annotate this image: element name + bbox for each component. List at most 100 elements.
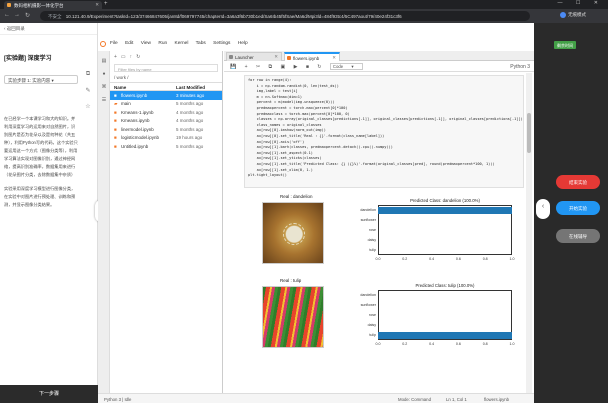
commands-icon[interactable]: ⌘: [98, 84, 110, 90]
refresh-icon[interactable]: ↻: [136, 54, 144, 60]
close-icon[interactable]: ✕: [332, 55, 336, 61]
menu-edit[interactable]: Edit: [125, 41, 133, 46]
bookmark-icon[interactable]: ☆: [84, 103, 92, 111]
stop-icon[interactable]: ■: [306, 64, 309, 70]
expand-arrow-icon[interactable]: ‹: [536, 199, 550, 219]
file-name: Kmeans.ipynb: [121, 118, 150, 123]
back-to-contents-label: 返回目录: [6, 26, 25, 31]
new-folder-icon[interactable]: ▭: [121, 54, 130, 60]
file-row[interactable]: ■ linermodel.ipynb 5 months ago: [110, 125, 222, 134]
breadcrumb[interactable]: / work /: [110, 73, 222, 82]
x-tick-label: 0.2: [402, 342, 408, 346]
file-name: linermodel.ipynb: [121, 126, 154, 132]
add-cell-icon[interactable]: +: [245, 64, 248, 70]
bar: [378, 206, 512, 214]
step-select[interactable]: 实验步骤 1: 实验内容 ▾: [4, 75, 78, 84]
folder-icon[interactable]: ▤: [98, 58, 110, 64]
file-list: ■ flowers.ipynb 3 minutes ago ▰ main 5 months…: [110, 91, 222, 151]
close-tab-icon[interactable]: ✕: [95, 2, 99, 8]
file-modified: 19 hours ago: [176, 135, 203, 140]
url-input[interactable]: 不安全 10.121.40.9/Experiment?taskId=123/37…: [40, 11, 530, 21]
paste-icon[interactable]: ▣: [281, 64, 286, 70]
reload-icon[interactable]: ↻: [25, 12, 30, 19]
category-label: dandelion: [360, 292, 376, 297]
file-browser-toolbar: +▭↑↻: [110, 51, 222, 63]
menu-tabs[interactable]: Tabs: [196, 41, 206, 46]
notebook-icon: ■: [114, 92, 117, 98]
copy-cell-icon[interactable]: ⧉: [269, 64, 273, 70]
column-name-header[interactable]: Name: [114, 85, 176, 91]
file-row[interactable]: ▰ main 5 months ago: [110, 100, 222, 109]
code-line: plt.tight_layout(): [248, 173, 287, 178]
scrollbar-thumb[interactable]: [527, 113, 531, 153]
file-name: flowers.ipynb: [121, 92, 148, 98]
menu-settings[interactable]: Settings: [213, 41, 230, 46]
profile-button[interactable]: 无痕模式: [560, 12, 586, 18]
filter-files-input[interactable]: Filter files by name: [114, 64, 218, 72]
code-editor[interactable]: for row in range(4): i = np.random.randi…: [245, 76, 523, 181]
code-cell[interactable]: for row in range(4): i = np.random.randi…: [244, 75, 524, 188]
menu-file[interactable]: File: [110, 41, 118, 46]
launcher-icon: [229, 55, 233, 59]
file-row[interactable]: ■ flowers.ipynb 3 minutes ago: [110, 91, 222, 100]
back-icon[interactable]: ←: [4, 12, 10, 18]
next-step-button[interactable]: 下一步骤: [0, 385, 98, 403]
online-tutoring-button[interactable]: 在线辅导: [556, 229, 600, 243]
file-row[interactable]: ■ Kmeans.ipynb 4 months ago: [110, 117, 222, 126]
chart-title: Predicted Class: tulip (100.0%): [415, 283, 475, 288]
file-browser: +▭↑↻ Filter files by name / work / Name …: [110, 51, 223, 393]
browser-tab[interactable]: 数码相机摄影一体化学台 ✕: [4, 1, 102, 9]
category-label: tulip: [369, 247, 376, 252]
menu-help[interactable]: Help: [238, 41, 248, 46]
menu-kernel[interactable]: Kernel: [175, 41, 189, 46]
restart-icon[interactable]: ↻: [317, 64, 321, 70]
code-line: classes = np.array(original_classes[pred…: [248, 117, 523, 122]
file-modified: 5 months ago: [176, 143, 204, 149]
folder-icon: ▰: [114, 101, 118, 106]
start-experiment-button[interactable]: 开始实验: [556, 201, 600, 215]
forward-icon[interactable]: →: [14, 12, 20, 18]
note-icon[interactable]: ✎: [84, 87, 92, 95]
menu-run[interactable]: Run: [158, 41, 167, 46]
prediction-chart-tulip: Predicted Class: tulip (100.0%) dandelion…: [360, 283, 514, 346]
category-label: rose: [369, 227, 376, 232]
back-to-contents-link[interactable]: ‹ 返回目录: [0, 23, 97, 35]
file-row[interactable]: ■ logisticmodel.ipynb 19 hours ago: [110, 134, 222, 143]
x-tick-label: 0.2: [402, 257, 408, 261]
avatar-icon: [560, 12, 566, 18]
end-experiment-button[interactable]: 结束实验: [556, 175, 600, 189]
category-label: daisy: [367, 322, 376, 327]
notebook-scrollbar[interactable]: [526, 73, 532, 393]
tab-flowers-notebook[interactable]: flowers.ipynb ✕: [284, 52, 340, 61]
notebook-icon: [287, 56, 291, 60]
file-row[interactable]: ■ Untitled.ipynb 5 months ago: [110, 142, 222, 151]
run-icon[interactable]: ▶: [294, 64, 298, 70]
category-label: daisy: [367, 237, 376, 242]
tab-label: flowers.ipynb: [293, 56, 320, 61]
file-name: logisticmodel.ipynb: [121, 135, 160, 140]
running-icon[interactable]: ●: [98, 71, 110, 77]
real-label: Real : tulip: [280, 278, 302, 283]
new-launcher-icon[interactable]: +: [114, 54, 121, 60]
close-icon[interactable]: ✕: [274, 54, 278, 60]
category-label: dandelion: [360, 207, 376, 212]
column-modified-header[interactable]: Last Modified: [176, 85, 218, 91]
lab-control-panel: 剩余时间 ‹ 结束实验 开始实验 在线辅导: [534, 23, 608, 403]
cell-type-select[interactable]: Code ▾: [329, 63, 363, 70]
tulip-image: [262, 286, 324, 348]
x-tick-label: 1.0: [509, 257, 515, 261]
kernel-indicator[interactable]: Python 3: [510, 64, 530, 70]
menu-view[interactable]: View: [141, 41, 151, 46]
new-tab-icon[interactable]: +: [104, 1, 108, 7]
file-name: main: [121, 101, 131, 106]
tab-label: Launcher: [235, 55, 254, 60]
tab-launcher[interactable]: Launcher ✕: [226, 52, 282, 61]
file-row[interactable]: ■ Kmeans-1.ipynb 4 months ago: [110, 108, 222, 117]
prediction-chart-dandelion: Predicted Class: dandelion (100.0%) dande…: [360, 198, 514, 261]
save-icon[interactable]: 💾: [230, 64, 236, 70]
tabs-list-icon[interactable]: ☰: [98, 97, 110, 103]
window-controls[interactable]: — ☐ ✕: [558, 0, 604, 6]
copy-icon[interactable]: ⧉: [84, 71, 92, 79]
cut-icon[interactable]: ✂: [256, 64, 260, 70]
file-modified: 5 months ago: [176, 126, 204, 132]
